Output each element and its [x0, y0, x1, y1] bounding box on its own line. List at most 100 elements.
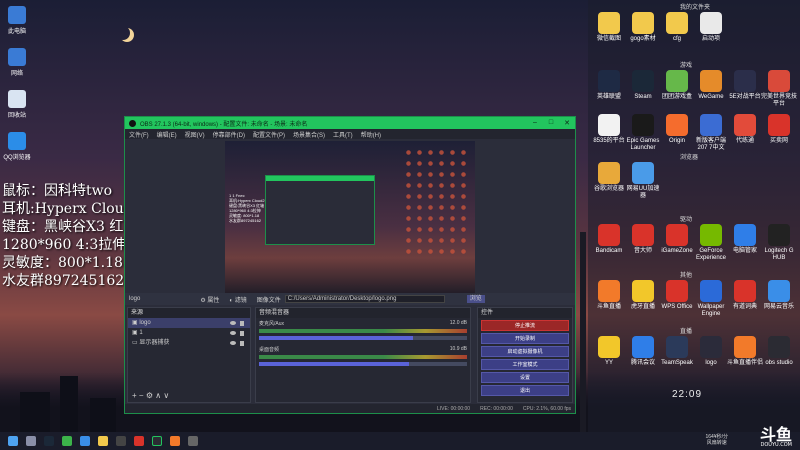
fence-icon[interactable]: WeGame	[692, 70, 730, 101]
fence-icon[interactable]: 网易UU加速器	[624, 162, 662, 200]
maximize-button[interactable]: □	[543, 119, 559, 127]
fence-icon[interactable]: 斗鱼直播	[590, 280, 628, 311]
start-virtual-camera-button[interactable]: 启动虚拟摄像机	[481, 346, 569, 357]
fence-icon[interactable]: Origin	[658, 114, 696, 145]
preview-nested-obs	[265, 175, 375, 245]
fence-icon[interactable]: 代练通	[726, 114, 764, 145]
fence-icon[interactable]: 腾讯会议	[624, 336, 662, 367]
eye-icon[interactable]	[230, 331, 236, 335]
stream-overlay-text: 鼠标：因科特two 耳机:Hyperx Cloud2 键盘：黑峡谷X3 红轴 1…	[2, 182, 142, 290]
gear-icon[interactable]: ⚙	[146, 391, 153, 400]
fence-icon[interactable]: 谷歌浏览器	[590, 162, 628, 193]
obs-title-bar[interactable]: OBS 27.1.3 (64-bit, windows) - 配置文件: 未命名…	[125, 117, 575, 129]
fence-icon[interactable]: GeForce Experience	[692, 224, 730, 262]
fence-icon[interactable]: 8535的平台	[590, 114, 628, 145]
fence-icon[interactable]: 团团游戏盒	[658, 70, 696, 101]
menu-edit[interactable]: 编辑(E)	[157, 130, 177, 139]
fence-icon[interactable]: Logitech G HUB	[760, 224, 798, 262]
add-icon[interactable]: +	[132, 391, 137, 400]
lock-icon[interactable]	[240, 330, 244, 336]
lock-icon[interactable]	[240, 340, 244, 346]
fence-icon-label: Epic Games Launcher	[626, 138, 660, 151]
obs-taskbar-icon[interactable]	[152, 436, 162, 446]
fence-icon[interactable]: 英雄联盟	[590, 70, 628, 101]
menu-profile[interactable]: 配置文件(P)	[253, 130, 285, 139]
obs-preview[interactable]: 1 1 Fnec 耳机:Hyperx Cloud2 键盘:黑峡谷X3 红轴 12…	[225, 141, 475, 297]
fence-icon[interactable]: Epic Games Launcher	[624, 114, 662, 152]
menu-tools[interactable]: 工具(T)	[333, 130, 353, 139]
folder-icon[interactable]	[98, 436, 108, 446]
fence-icon[interactable]: 买卖网	[760, 114, 798, 145]
desktop-icon[interactable]: 回收站	[0, 90, 34, 119]
fence-icon-label: 腾讯会议	[630, 360, 655, 366]
tray-info: 164¥秒/分 风扇转速	[705, 434, 728, 446]
exit-button[interactable]: 退出	[481, 385, 569, 396]
studio-mode-button[interactable]: 工作室模式	[481, 359, 569, 370]
browser-icon[interactable]	[80, 436, 90, 446]
fence-icon[interactable]: Wallpaper Engine	[692, 280, 730, 318]
steam-icon[interactable]	[44, 436, 54, 446]
fence-icon[interactable]: gogo素材	[624, 12, 662, 43]
browse-button[interactable]: 浏览	[466, 295, 485, 303]
fence-icon[interactable]: TeamSpeak	[658, 336, 696, 367]
fence-icon[interactable]: 虎牙直播	[624, 280, 662, 311]
fence-icon[interactable]: 完美世界竞技平台	[760, 70, 798, 108]
fence-icon[interactable]: logo	[692, 336, 730, 367]
fence-icon[interactable]: 启动项	[692, 12, 730, 43]
fence-icon[interactable]: YY	[590, 336, 628, 367]
fence-icon[interactable]: iGameZone	[658, 224, 696, 255]
menu-help[interactable]: 帮助(H)	[361, 130, 381, 139]
minimize-button[interactable]: –	[527, 119, 543, 127]
source-item[interactable]: ▣ logo	[128, 318, 250, 328]
move-up-icon[interactable]: ∧	[155, 391, 161, 400]
fence-icon[interactable]: Steam	[624, 70, 662, 101]
menu-docks[interactable]: 停靠部件(D)	[213, 130, 245, 139]
fence-icon[interactable]: Bandicam	[590, 224, 628, 255]
fence-group-title: 我的文件夹	[680, 5, 711, 11]
eye-icon[interactable]	[230, 321, 236, 325]
desktop-icon[interactable]: QQ浏览器	[0, 132, 34, 161]
desktop-icon[interactable]: 此电脑	[0, 6, 34, 35]
volume-slider[interactable]	[259, 336, 467, 340]
start-icon[interactable]	[8, 436, 18, 446]
properties-button[interactable]: ⚙ 属性	[200, 295, 219, 304]
app-icon[interactable]	[116, 436, 126, 446]
fence-icon[interactable]: 有道词典	[726, 280, 764, 311]
obs-window[interactable]: OBS 27.1.3 (64-bit, windows) - 配置文件: 未命名…	[124, 116, 576, 414]
lock-icon[interactable]	[240, 320, 244, 326]
remove-icon[interactable]: −	[139, 391, 144, 400]
fence-icon[interactable]: cfg	[658, 12, 696, 43]
volume-slider[interactable]	[259, 362, 467, 366]
fence-icon[interactable]: obs studio	[760, 336, 798, 367]
fence-icon[interactable]: 斗鱼直播伴侣	[726, 336, 764, 367]
menu-file[interactable]: 文件(F)	[129, 130, 149, 139]
source-item[interactable]: ▭ 显示器捕获	[128, 338, 250, 348]
search-icon[interactable]	[26, 436, 36, 446]
fence-icon[interactable]: WPS Office	[658, 280, 696, 311]
fence-icon[interactable]: 微信截图	[590, 12, 628, 43]
fence-icon[interactable]: 5E对战平台	[726, 70, 764, 101]
eye-icon[interactable]	[230, 341, 236, 345]
menu-view[interactable]: 视图(V)	[185, 130, 205, 139]
move-down-icon[interactable]: ∨	[163, 391, 169, 400]
source-item[interactable]: ▣ 1	[128, 328, 250, 338]
fence-group-title: 游戏	[680, 63, 693, 69]
settings-button[interactable]: 设置	[481, 372, 569, 383]
netease-icon[interactable]	[134, 436, 144, 446]
start-recording-button[interactable]: 开始录制	[481, 333, 569, 344]
douyu-taskbar-icon[interactable]	[170, 436, 180, 446]
app-icon[interactable]	[188, 436, 198, 446]
desktop-icon[interactable]: 网络	[0, 48, 34, 77]
stop-streaming-button[interactable]: 停止推流	[481, 320, 569, 331]
menu-scene-collection[interactable]: 场景集合(S)	[293, 130, 325, 139]
fence-icon[interactable]: 电脑管家	[726, 224, 764, 255]
close-button[interactable]: ✕	[559, 119, 575, 127]
wechat-icon[interactable]	[62, 436, 72, 446]
building	[90, 398, 116, 432]
filters-button[interactable]: ◐ 滤镜	[229, 295, 246, 304]
fence-icon[interactable]: 音大师	[624, 224, 662, 255]
fence-icon[interactable]: 网易云音乐	[760, 280, 798, 311]
cpu-status: CPU: 2.1%, 60.00 fps	[522, 405, 571, 412]
image-path-field[interactable]: C:/Users/Administrator/Desktop/logo.png	[284, 295, 445, 303]
fence-icon[interactable]: 新版客户端207 7中文	[692, 114, 730, 152]
